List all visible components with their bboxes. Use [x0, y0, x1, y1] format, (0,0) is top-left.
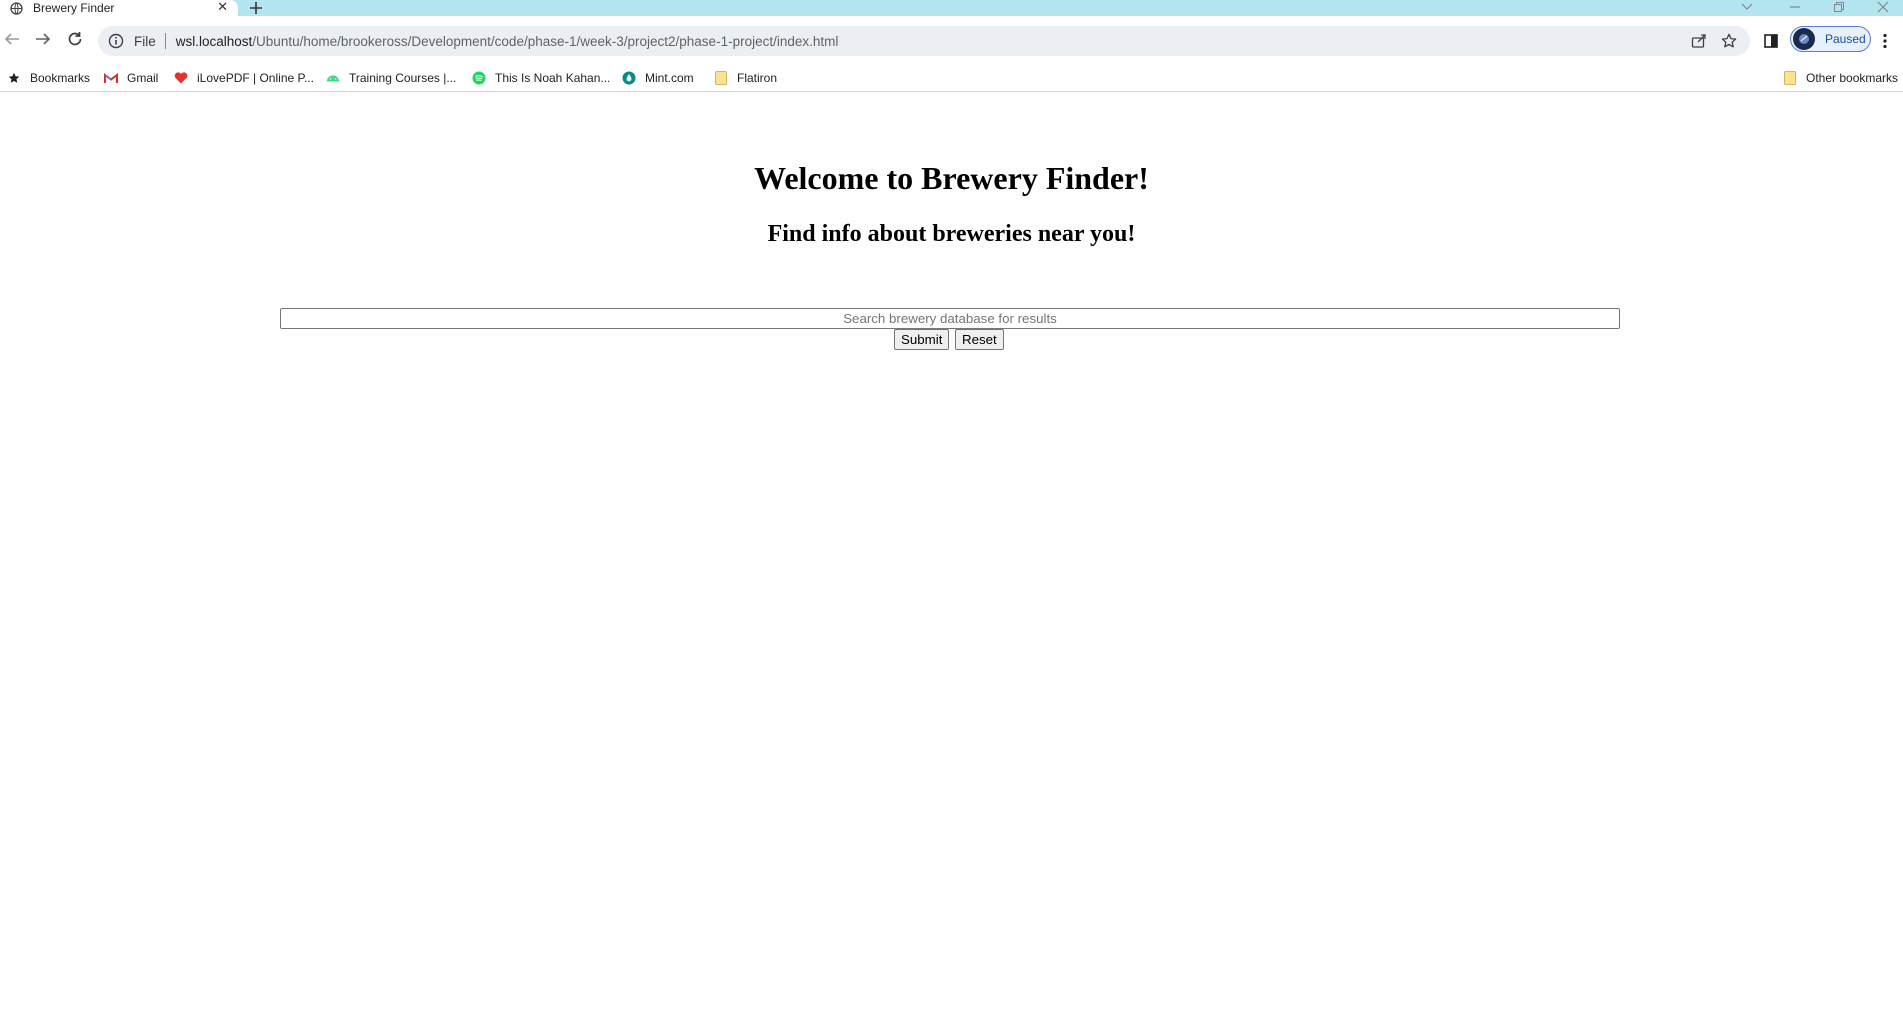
bookmark-mint[interactable]: Mint.com	[622, 70, 694, 86]
page-content: Welcome to Brewery Finder! Find info abo…	[0, 93, 1903, 1010]
url-text: wsl.localhost/Ubuntu/home/brookeross/Dev…	[176, 34, 839, 49]
bookmark-training-courses[interactable]: Training Courses |...	[326, 70, 456, 86]
avatar	[1793, 28, 1815, 50]
globe-icon	[10, 1, 23, 15]
bookmark-other-bookmarks[interactable]: Other bookmarks	[1783, 70, 1898, 86]
minimize-icon[interactable]	[1786, 0, 1804, 14]
folder-icon	[1783, 71, 1797, 85]
new-tab-icon[interactable]	[248, 0, 264, 16]
bookmark-label: Training Courses |...	[349, 71, 457, 85]
close-tab-icon[interactable]: ✕	[217, 0, 228, 14]
android-icon	[326, 71, 340, 85]
address-divider	[164, 33, 166, 49]
bookmark-gmail[interactable]: Gmail	[104, 70, 158, 86]
star-icon	[7, 71, 21, 85]
tab-brewery-finder[interactable]: Brewery Finder ✕	[0, 0, 238, 16]
folder-icon	[714, 71, 728, 85]
bookmarks-bar: Bookmarks Gmail iLovePDF | Online P... T…	[0, 64, 1903, 92]
bookmark-label: Other bookmarks	[1806, 71, 1899, 85]
forward-arrow-icon[interactable]	[33, 29, 53, 49]
mint-icon	[622, 71, 636, 85]
bookmark-noah-kahan[interactable]: This Is Noah Kahan...	[472, 70, 610, 86]
reset-button[interactable]: Reset	[955, 329, 1004, 350]
side-panel-icon[interactable]	[1760, 30, 1782, 52]
heart-icon	[174, 71, 188, 85]
address-bar[interactable]: File wsl.localhost/Ubuntu/home/brookeros…	[98, 26, 1750, 56]
bookmark-flatiron[interactable]: Flatiron	[714, 70, 777, 86]
restore-icon[interactable]	[1830, 0, 1848, 14]
bookmark-ilovepdf[interactable]: iLovePDF | Online P...	[174, 70, 314, 86]
search-input[interactable]	[280, 308, 1620, 329]
tab-search-chevron-icon[interactable]	[1738, 0, 1756, 14]
url-path: /Ubuntu/home/brookeross/Development/code…	[252, 33, 839, 49]
reload-icon[interactable]	[65, 29, 85, 49]
browser-toolbar: File wsl.localhost/Ubuntu/home/brookeros…	[0, 16, 1903, 68]
close-window-icon[interactable]	[1874, 0, 1892, 14]
bookmark-bookmarks[interactable]: Bookmarks	[7, 70, 90, 86]
share-icon[interactable]	[1690, 32, 1708, 50]
more-menu-icon[interactable]	[1878, 30, 1892, 52]
gmail-icon	[104, 71, 118, 85]
bookmark-star-icon[interactable]	[1720, 32, 1738, 50]
submit-button[interactable]: Submit	[894, 329, 950, 350]
profile-button[interactable]: Paused	[1790, 26, 1871, 52]
url-host: wsl.localhost	[175, 33, 253, 49]
tab-title: Brewery Finder	[33, 0, 115, 15]
scheme-label: File	[134, 33, 156, 49]
profile-status: Paused	[1825, 32, 1866, 46]
tab-strip: Brewery Finder ✕	[0, 0, 1903, 16]
page-subtitle: Find info about breweries near you!	[767, 221, 1136, 247]
page-title: Welcome to Brewery Finder!	[754, 160, 1149, 196]
bookmark-label: This Is Noah Kahan...	[495, 71, 611, 85]
back-arrow-icon[interactable]	[2, 29, 22, 49]
spotify-icon	[472, 71, 486, 85]
bookmark-label: Gmail	[127, 71, 159, 85]
bookmark-label: Mint.com	[645, 71, 694, 85]
info-icon[interactable]	[108, 33, 124, 49]
bookmark-label: Flatiron	[737, 71, 778, 85]
bookmark-label: Bookmarks	[30, 71, 91, 85]
bookmark-label: iLovePDF | Online P...	[197, 71, 314, 85]
